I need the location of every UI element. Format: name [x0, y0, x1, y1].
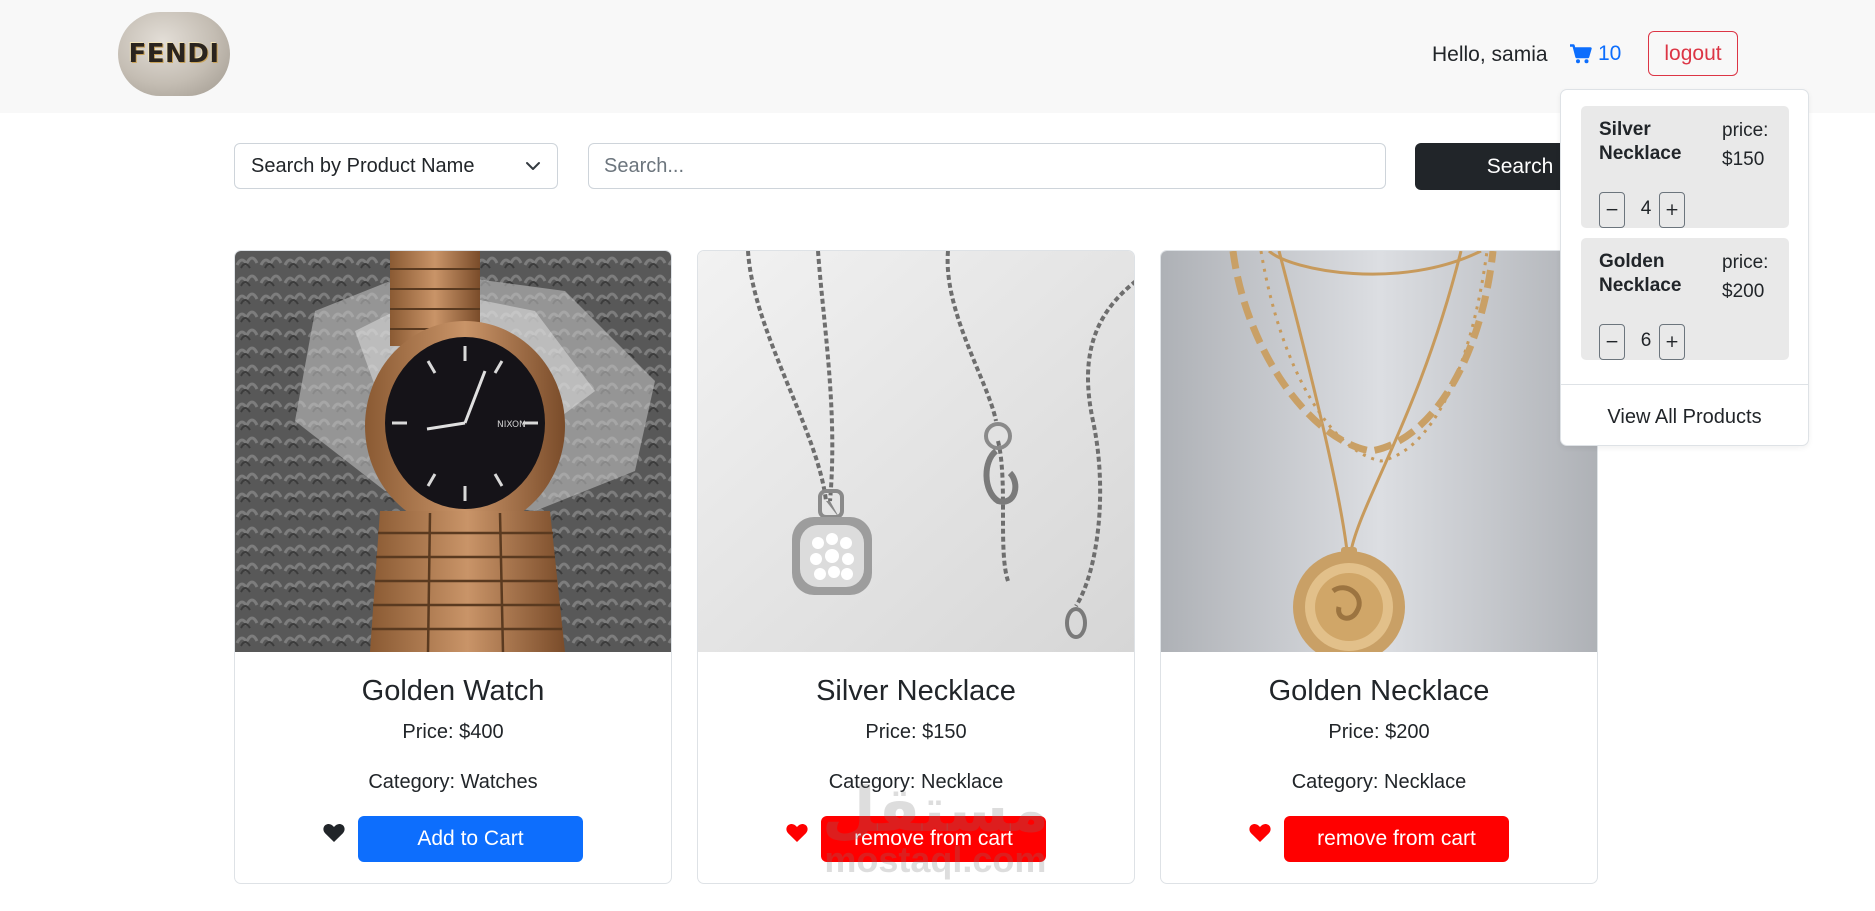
cart-item-name: Silver Necklace: [1599, 119, 1682, 164]
remove-from-cart-button[interactable]: remove from cart: [1284, 816, 1509, 862]
watch-image: NIXON: [235, 251, 671, 652]
logout-button[interactable]: logout: [1648, 31, 1738, 76]
product-name: Silver Necklace: [816, 675, 1016, 707]
product-card: Silver Necklace Price: $150 Category: Ne…: [697, 250, 1135, 884]
golden-necklace-image: [1161, 251, 1597, 652]
cart-item-price-label: price:: [1722, 120, 1769, 141]
decrease-quantity-button[interactable]: −: [1599, 192, 1625, 228]
product-card: Golden Necklace Price: $200 Category: Ne…: [1160, 250, 1598, 884]
product-category: Category: Necklace: [828, 771, 1004, 793]
user-greeting: Hello, samia: [1432, 43, 1548, 66]
increase-quantity-button[interactable]: +: [1659, 192, 1685, 228]
product-card: NIXON Golden Watch Price: $400 Category:…: [234, 250, 672, 884]
search-input[interactable]: [588, 143, 1386, 189]
heart-icon[interactable]: [322, 821, 346, 845]
brand-logo[interactable]: FENDI: [118, 12, 230, 96]
cart-item: Golden Necklace price: $200 − 6 +: [1581, 238, 1789, 360]
product-category: Category: Watches: [368, 771, 538, 793]
search-filter-select[interactable]: Search by Product Name: [234, 143, 558, 189]
heart-icon[interactable]: [785, 821, 809, 845]
dropdown-divider: [1561, 384, 1808, 385]
cart-item-name: Golden Necklace: [1599, 251, 1682, 296]
remove-from-cart-button[interactable]: remove from cart: [821, 816, 1046, 862]
product-price: Price: $400: [402, 721, 504, 743]
cart-item-price-label: price:: [1722, 252, 1769, 273]
product-name: Golden Watch: [361, 675, 545, 707]
decrease-quantity-button[interactable]: −: [1599, 324, 1625, 360]
cart-item-quantity: 6: [1640, 330, 1652, 351]
cart-item-price: $200: [1722, 281, 1765, 302]
svg-text:NIXON: NIXON: [497, 420, 526, 430]
cart-link[interactable]: 10: [1570, 42, 1621, 66]
product-category: Category: Necklace: [1291, 771, 1467, 793]
cart-item-quantity: 4: [1640, 198, 1652, 219]
increase-quantity-button[interactable]: +: [1659, 324, 1685, 360]
product-price: Price: $150: [865, 721, 967, 743]
product-price: Price: $200: [1328, 721, 1430, 743]
cart-icon: [1570, 44, 1592, 64]
cart-item-price: $150: [1722, 149, 1765, 170]
cart-count: 10: [1598, 42, 1622, 65]
chevron-down-icon: [526, 162, 540, 170]
search-filter-value: Search by Product Name: [251, 154, 475, 177]
cart-dropdown: Silver Necklace price: $150 − 4 + Golden…: [1560, 89, 1809, 446]
product-name: Golden Necklace: [1268, 675, 1490, 707]
view-all-products-link[interactable]: View All Products: [1561, 406, 1808, 429]
cart-item: Silver Necklace price: $150 − 4 +: [1581, 106, 1789, 228]
heart-icon[interactable]: [1248, 821, 1272, 845]
silver-necklace-image: [698, 251, 1134, 652]
logo-text: FENDI: [128, 39, 220, 69]
add-to-cart-button[interactable]: Add to Cart: [358, 816, 583, 862]
